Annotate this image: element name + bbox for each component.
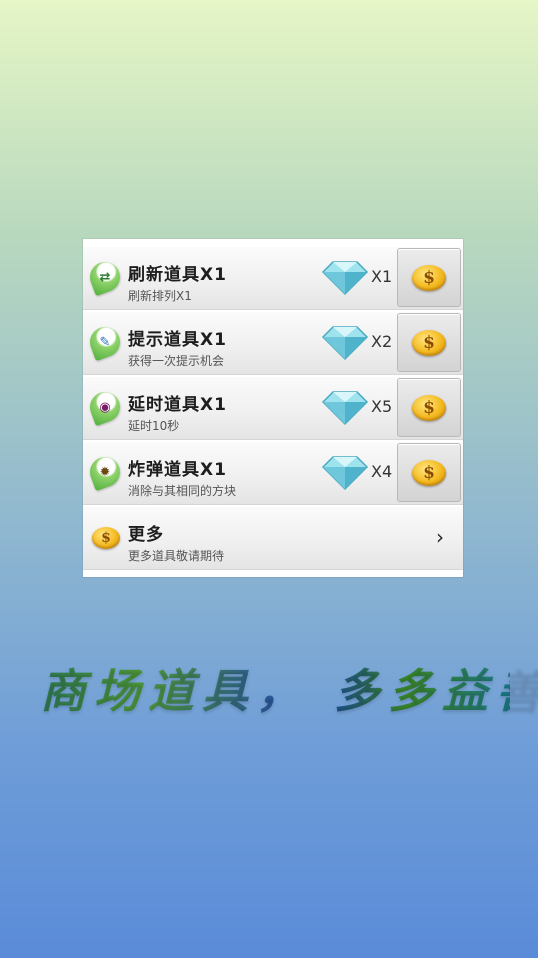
item-description: 刷新排列X1 bbox=[128, 289, 192, 303]
item-title: 刷新道具X1 bbox=[128, 265, 227, 285]
diamond-icon bbox=[321, 326, 369, 361]
shop-item-bomb: ✹ 炸弹道具X1 消除与其相同的方块 X4 $ bbox=[83, 442, 463, 505]
buy-button[interactable]: $ bbox=[397, 443, 461, 502]
buy-button[interactable]: $ bbox=[397, 313, 461, 372]
price-quantity: X5 bbox=[371, 397, 393, 416]
slogan-text: 商场道具， 多多益善 bbox=[40, 655, 538, 725]
buy-button[interactable]: $ bbox=[397, 248, 461, 307]
coin-icon: $ bbox=[92, 527, 120, 549]
shop-item-delay: ◉ 延时道具X1 延时10秒 X5 $ bbox=[83, 377, 463, 440]
diamond-icon bbox=[321, 456, 369, 491]
item-description: 延时10秒 bbox=[128, 419, 180, 433]
item-title: 炸弹道具X1 bbox=[128, 460, 227, 480]
price-quantity: X4 bbox=[371, 462, 393, 481]
coin-icon: $ bbox=[412, 329, 446, 356]
item-description: 消除与其相同的方块 bbox=[128, 484, 237, 498]
diamond-icon bbox=[321, 391, 369, 426]
item-title: 延时道具X1 bbox=[128, 395, 227, 415]
price-quantity: X2 bbox=[371, 332, 393, 351]
diamond-icon bbox=[321, 261, 369, 296]
more-title: 更多 bbox=[128, 525, 164, 545]
more-items-row[interactable]: $ 更多 更多道具敬请期待 › bbox=[83, 507, 463, 570]
buy-button[interactable]: $ bbox=[397, 378, 461, 437]
shop-panel: ⇄ 刷新道具X1 刷新排列X1 X1 $ ✎ 提示道具X1 获得一次提示机会 X… bbox=[83, 239, 463, 577]
coin-icon: $ bbox=[412, 264, 446, 291]
chevron-right-icon[interactable]: › bbox=[436, 525, 444, 549]
coin-icon: $ bbox=[412, 459, 446, 486]
bomb-icon: ✹ bbox=[85, 452, 125, 492]
shop-item-hint: ✎ 提示道具X1 获得一次提示机会 X2 $ bbox=[83, 312, 463, 375]
item-description: 获得一次提示机会 bbox=[128, 354, 225, 368]
coin-icon: $ bbox=[412, 394, 446, 421]
more-description: 更多道具敬请期待 bbox=[128, 549, 225, 563]
clock-icon: ◉ bbox=[85, 387, 125, 427]
item-title: 提示道具X1 bbox=[128, 330, 227, 350]
refresh-icon: ⇄ bbox=[85, 257, 125, 297]
hint-icon: ✎ bbox=[85, 322, 125, 362]
price-quantity: X1 bbox=[371, 267, 393, 286]
shop-item-refresh: ⇄ 刷新道具X1 刷新排列X1 X1 $ bbox=[83, 247, 463, 310]
